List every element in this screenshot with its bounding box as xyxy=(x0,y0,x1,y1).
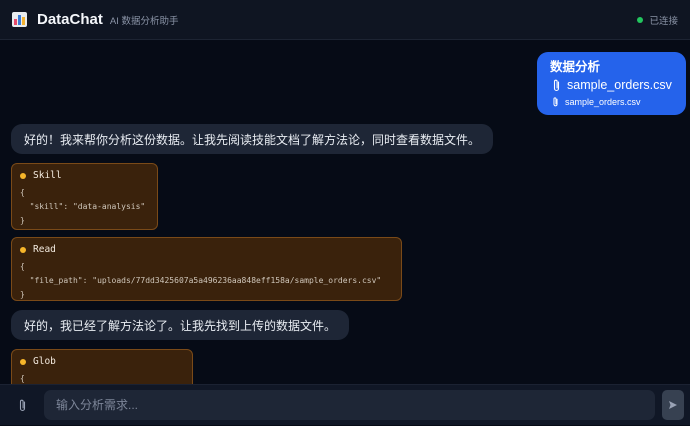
tool-name: Glob xyxy=(33,356,56,367)
bar-chart-icon xyxy=(12,12,27,27)
assistant-message: 好的！我来帮你分析这份数据。让我先阅读技能文档了解方法论，同时查看数据文件。 xyxy=(11,124,494,154)
connection-status: 已连接 xyxy=(637,13,678,27)
tool-name: Skill xyxy=(33,170,62,181)
tool-call-skill[interactable]: Skill { "skill": "data-analysis" } xyxy=(11,163,158,230)
attachment-file[interactable]: sample_orders.csv xyxy=(550,95,686,109)
tool-header: Glob xyxy=(20,356,184,367)
tool-call-glob[interactable]: Glob { xyxy=(11,349,193,384)
attach-file-button[interactable] xyxy=(0,385,44,426)
tool-header: Skill xyxy=(20,170,149,181)
send-icon xyxy=(668,400,678,410)
tool-args-line: "file_path": "uploads/77dd3425607a5a4962… xyxy=(20,276,382,285)
user-message: 数据分析 sample_orders.csv sample_orders.csv xyxy=(537,52,686,115)
status-text: 已连接 xyxy=(649,15,678,27)
tool-call-read[interactable]: Read { "file_path": "uploads/77dd3425607… xyxy=(11,237,402,301)
status-dot-icon xyxy=(20,358,26,365)
app-subtitle: AI 数据分析助手 xyxy=(109,15,179,27)
app-title: DataChat xyxy=(37,11,103,28)
tool-args-line: } xyxy=(20,216,25,225)
attachment-name: sample_orders.csv xyxy=(567,78,672,92)
app-header: DataChat AI 数据分析助手 已连接 xyxy=(0,0,690,40)
tool-args-line: } xyxy=(20,290,25,299)
user-message-text: 数据分析 xyxy=(550,60,601,74)
paperclip-icon xyxy=(552,79,561,92)
chat-area[interactable]: 数据分析 sample_orders.csv sample_orders.csv… xyxy=(0,41,690,384)
attachment-chip[interactable]: sample_orders.csv xyxy=(550,76,686,95)
tool-args-line: "skill": "data-analysis" xyxy=(20,202,146,211)
tool-name: Read xyxy=(33,244,56,255)
assistant-message: 好的，我已经了解方法论了。让我先找到上传的数据文件。 xyxy=(11,310,350,340)
message-input[interactable] xyxy=(44,390,655,420)
tool-args-line: { xyxy=(20,188,25,197)
paperclip-icon xyxy=(18,399,27,412)
send-button[interactable] xyxy=(662,390,684,420)
composer xyxy=(0,384,690,425)
status-dot-icon xyxy=(20,246,26,253)
status-dot-icon xyxy=(637,16,644,23)
paperclip-icon xyxy=(552,97,559,107)
status-dot-icon xyxy=(20,172,26,179)
tool-header: Read xyxy=(20,244,393,255)
attachment-file-name: sample_orders.csv xyxy=(565,97,641,107)
tool-args-line: { xyxy=(20,262,25,271)
assistant-message-text: 好的！我来帮你分析这份数据。让我先阅读技能文档了解方法论，同时查看数据文件。 xyxy=(24,132,481,147)
tool-args-line: { xyxy=(20,374,25,383)
assistant-message-text: 好的，我已经了解方法论了。让我先找到上传的数据文件。 xyxy=(24,318,337,333)
